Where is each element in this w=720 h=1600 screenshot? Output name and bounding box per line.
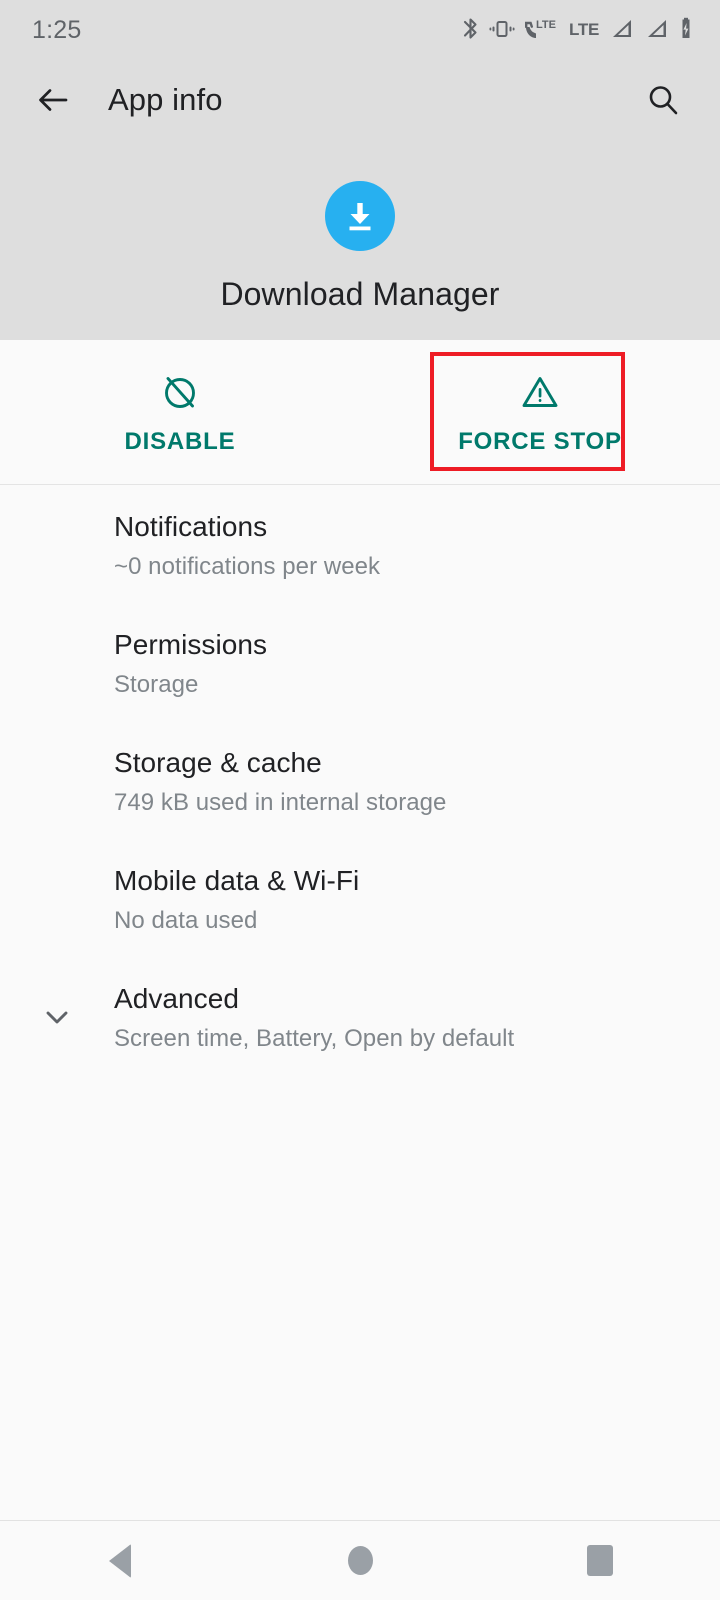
search-icon bbox=[649, 86, 678, 115]
list-item-subtitle: Screen time, Battery, Open by default bbox=[114, 1024, 515, 1052]
list-item-gutter bbox=[0, 958, 114, 1076]
chevron-down-icon bbox=[46, 1011, 68, 1024]
list-item-advanced[interactable]: Advanced Screen time, Battery, Open by d… bbox=[0, 958, 720, 1076]
nav-home-button[interactable] bbox=[240, 1521, 480, 1600]
force-stop-button[interactable]: FORCE STOP bbox=[360, 340, 720, 484]
app-summary-header: Download Manager bbox=[0, 142, 720, 340]
list-item-title: Notifications bbox=[114, 511, 268, 543]
list-item-storage-and-cache[interactable]: Storage & cache 749 kB used in internal … bbox=[0, 722, 720, 840]
svg-text:LTE: LTE bbox=[536, 19, 556, 31]
status-bar-icons: LTE LTE bbox=[461, 16, 694, 42]
status-bar: 1:25 LTE LTE bbox=[0, 0, 720, 58]
list-item-body: Storage & cache 749 kB used in internal … bbox=[114, 722, 446, 840]
system-navigation-bar bbox=[0, 1520, 720, 1600]
signal-bars-sim2-icon bbox=[643, 16, 669, 42]
signal-bars-sim1-icon bbox=[608, 16, 634, 42]
nav-home-icon bbox=[347, 1546, 373, 1575]
list-item-body: Notifications ~0 notifications per week bbox=[114, 486, 380, 604]
list-item-gutter bbox=[0, 840, 114, 958]
list-item-title: Permissions bbox=[114, 629, 268, 661]
list-item-title: Mobile data & Wi-Fi bbox=[114, 865, 360, 897]
block-circle-slash-icon bbox=[157, 369, 203, 415]
app-bar: App info bbox=[0, 58, 720, 142]
list-item-title: Storage & cache bbox=[114, 747, 322, 779]
vibrate-icon bbox=[489, 16, 515, 42]
lte-network-icon: LTE bbox=[569, 19, 599, 39]
back-button[interactable] bbox=[22, 69, 84, 131]
force-stop-button-label: FORCE STOP bbox=[458, 427, 622, 455]
volte-call-icon: LTE bbox=[524, 16, 560, 42]
list-item-mobile-data-and-wifi[interactable]: Mobile data & Wi-Fi No data used bbox=[0, 840, 720, 958]
android-app-info-screen: 1:25 LTE LTE App info Download Manager D… bbox=[0, 0, 720, 1600]
disable-button-label: DISABLE bbox=[124, 427, 236, 455]
list-item-gutter bbox=[0, 486, 114, 604]
list-item-body: Mobile data & Wi-Fi No data used bbox=[114, 840, 359, 958]
app-name: Download Manager bbox=[220, 276, 500, 312]
list-item-subtitle: 749 kB used in internal storage bbox=[114, 788, 447, 816]
app-actions-row: DISABLE FORCE STOP bbox=[0, 340, 720, 485]
arrow-left-icon bbox=[39, 89, 68, 111]
list-item-gutter bbox=[0, 722, 114, 840]
bluetooth-icon bbox=[461, 16, 480, 42]
battery-charging-icon bbox=[678, 16, 694, 42]
list-item-permissions[interactable]: Permissions Storage bbox=[0, 604, 720, 722]
list-item-body: Advanced Screen time, Battery, Open by d… bbox=[114, 958, 514, 1076]
nav-recents-button[interactable] bbox=[480, 1521, 720, 1600]
status-bar-clock: 1:25 bbox=[32, 15, 82, 44]
list-item-gutter bbox=[0, 604, 114, 722]
disable-button[interactable]: DISABLE bbox=[0, 340, 360, 484]
nav-recents-icon bbox=[587, 1545, 613, 1576]
list-item-title: Advanced bbox=[114, 983, 239, 1015]
page-title: App info bbox=[108, 82, 223, 117]
app-settings-list: Notifications ~0 notifications per week … bbox=[0, 486, 720, 1076]
list-item-subtitle: ~0 notifications per week bbox=[114, 552, 381, 580]
nav-back-icon bbox=[109, 1543, 131, 1578]
warning-triangle-icon bbox=[517, 369, 563, 415]
download-manager-icon bbox=[325, 181, 395, 251]
list-item-notifications[interactable]: Notifications ~0 notifications per week bbox=[0, 486, 720, 604]
search-button[interactable] bbox=[634, 71, 692, 129]
nav-back-button[interactable] bbox=[0, 1521, 240, 1600]
list-item-body: Permissions Storage bbox=[114, 604, 267, 722]
list-item-subtitle: Storage bbox=[114, 670, 199, 698]
list-item-subtitle: No data used bbox=[114, 906, 258, 934]
